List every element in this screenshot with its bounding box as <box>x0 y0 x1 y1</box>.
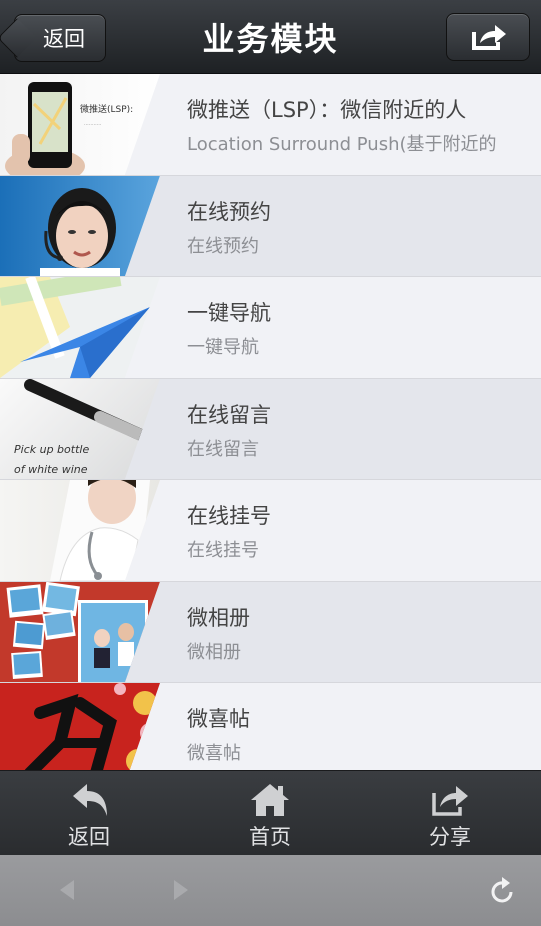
thumb-caption: 微推送(LSP): <box>80 103 133 115</box>
share-icon <box>472 25 506 50</box>
item-subtitle: 在线预约 <box>187 235 259 257</box>
list-item[interactable]: 微相册 微相册 <box>0 581 541 683</box>
toolbar-home-label: 首页 <box>249 825 291 849</box>
toolbar-share-button[interactable]: 分享 <box>390 771 510 856</box>
top-navigation-bar: 返回 业务模块 <box>0 0 541 74</box>
item-subtitle: 在线留言 <box>187 438 259 460</box>
browser-forward-button[interactable] <box>166 875 196 905</box>
item-title: 在线预约 <box>187 199 271 224</box>
back-arrow-icon <box>60 880 74 900</box>
toolbar-share-label: 分享 <box>429 825 471 849</box>
svg-text:···········: ··········· <box>84 122 102 128</box>
bottom-toolbar: 返回 首页 分享 <box>0 770 541 855</box>
item-subtitle: 一键导航 <box>187 337 259 358</box>
item-title: 在线挂号 <box>187 504 271 528</box>
header-back-label: 返回 <box>43 27 85 51</box>
list-item[interactable]: 在线挂号 在线挂号 <box>0 480 541 582</box>
svg-text:Pick up bottle: Pick up bottle <box>14 443 89 456</box>
item-thumbnail <box>0 683 160 770</box>
item-thumbnail <box>0 277 160 378</box>
list-item[interactable]: 微喜帖 微喜帖 <box>0 683 541 770</box>
item-title: 在线留言 <box>187 402 271 427</box>
item-subtitle: 微相册 <box>187 641 241 663</box>
toolbar-home-button[interactable]: 首页 <box>210 771 330 856</box>
undo-arrow-icon <box>73 784 107 816</box>
item-title: 微相册 <box>187 605 250 630</box>
item-subtitle: 在线挂号 <box>187 540 259 561</box>
share-icon <box>432 786 468 816</box>
reload-icon <box>491 877 513 903</box>
svg-text:of white wine: of white wine <box>14 463 88 476</box>
list-item[interactable]: Pick up bottle of white wine 在线留言 在线留言 <box>0 378 541 480</box>
list-item[interactable]: 微推送(LSP): ··········· 微推送（LSP）：微信附近的人 Lo… <box>0 74 541 176</box>
toolbar-back-label: 返回 <box>68 825 110 849</box>
business-module-list: 微推送(LSP): ··········· 微推送（LSP）：微信附近的人 Lo… <box>0 74 541 770</box>
list-item[interactable]: 在线预约 在线预约 <box>0 175 541 277</box>
toolbar-back-button[interactable]: 返回 <box>29 771 149 856</box>
item-title: 微推送（LSP）：微信附近的人 <box>187 98 467 122</box>
item-thumbnail <box>0 480 160 581</box>
item-thumbnail: Pick up bottle of white wine <box>0 378 160 480</box>
browser-reload-button[interactable] <box>488 875 518 905</box>
header-share-button[interactable] <box>446 13 530 61</box>
item-subtitle: 微喜帖 <box>187 743 241 764</box>
home-icon <box>251 784 289 816</box>
forward-arrow-icon <box>174 880 188 900</box>
item-subtitle: Location Surround Push(基于附近的 <box>187 134 497 155</box>
item-thumbnail <box>0 581 160 683</box>
list-item[interactable]: 一键导航 一键导航 <box>0 277 541 379</box>
item-thumbnail <box>0 175 160 277</box>
item-thumbnail: 微推送(LSP): ··········· <box>0 74 160 175</box>
browser-toolbar <box>0 855 541 926</box>
item-title: 一键导航 <box>187 301 271 325</box>
browser-back-button[interactable] <box>52 875 82 905</box>
item-title: 微喜帖 <box>187 707 250 731</box>
